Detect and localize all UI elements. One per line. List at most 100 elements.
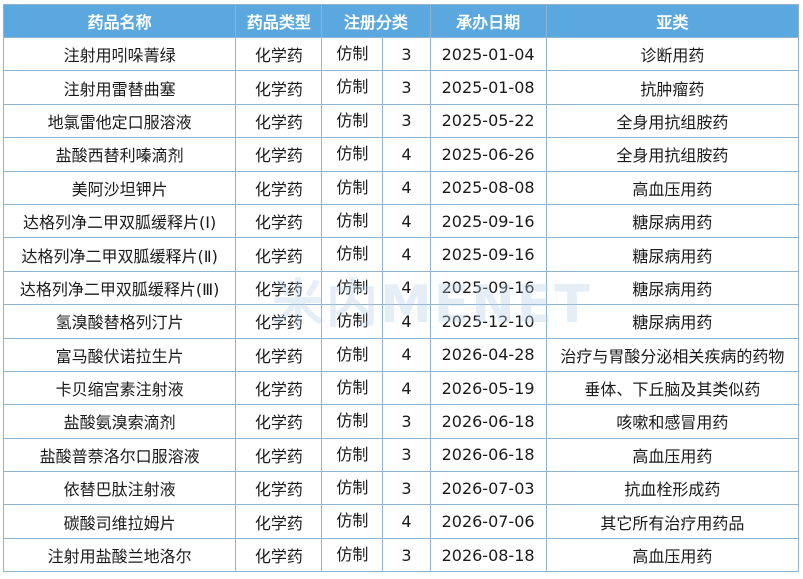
header-subclass[interactable]: 亚类 <box>545 4 800 38</box>
table-row[interactable]: 注射用雷替曲塞 化学药 仿制 3 2025-01-08 抗肿瘤药 <box>2 70 800 105</box>
cell-drug-type: 化学药 <box>235 237 323 272</box>
cell-date: 2025-09-16 <box>429 203 547 239</box>
cell-date: 2025-09-16 <box>429 237 547 272</box>
table-row[interactable]: 盐酸普萘洛尔口服溶液 化学药 仿制 3 2026-06-18 高血压用药 <box>2 437 800 473</box>
cell-date: 2026-06-18 <box>429 404 547 439</box>
cell-drug-name: 达格列净二甲双胍缓释片(Ⅱ) <box>2 237 237 272</box>
cell-date: 2025-08-08 <box>429 170 547 205</box>
cell-drug-type: 化学药 <box>235 504 323 539</box>
cell-drug-type: 化学药 <box>235 103 323 139</box>
registration-number: 4 <box>401 211 412 231</box>
table-row[interactable]: 盐酸西替利嗪滴剂 化学药 仿制 4 2025-06-26 全身用抗组胺药 <box>2 137 800 172</box>
registration-kind: 仿制 <box>323 71 384 104</box>
registration-number: 3 <box>401 545 412 565</box>
cell-registration-class: 仿制 3 <box>321 404 431 439</box>
header-drug-type[interactable]: 药品类型 <box>235 4 323 38</box>
table-header-row: 药品名称 药品类型 注册分类 承办日期 亚类 <box>2 4 800 38</box>
table-row[interactable]: 注射用吲哚菁绿 化学药 仿制 3 2025-01-04 诊断用药 <box>2 36 800 72</box>
cell-drug-name: 盐酸氨溴索滴剂 <box>2 404 237 439</box>
cell-subclass: 高血压用药 <box>545 437 800 473</box>
registration-number: 4 <box>401 178 412 198</box>
table-row[interactable]: 达格列净二甲双胍缓释片(Ⅲ) 化学药 仿制 4 2025-09-16 糖尿病用药 <box>2 270 800 306</box>
registration-number: 4 <box>401 278 412 298</box>
registration-kind: 仿制 <box>323 539 384 571</box>
table-row[interactable]: 美阿沙坦钾片 化学药 仿制 4 2025-08-08 高血压用药 <box>2 170 800 205</box>
cell-drug-name: 盐酸普萘洛尔口服溶液 <box>2 437 237 473</box>
cell-registration-class: 仿制 3 <box>321 471 431 506</box>
cell-date: 2025-06-26 <box>429 137 547 172</box>
cell-drug-type: 化学药 <box>235 170 323 205</box>
registration-number: 3 <box>401 78 412 98</box>
cell-subclass: 其它所有治疗用药品 <box>545 504 800 539</box>
cell-date: 2025-12-10 <box>429 304 547 339</box>
drug-registration-table: 药品名称 药品类型 注册分类 承办日期 亚类 注射用吲哚菁绿 化学药 仿制 3 2025… <box>2 4 800 573</box>
cell-subclass: 糖尿病用药 <box>545 237 800 272</box>
cell-subclass: 糖尿病用药 <box>545 304 800 339</box>
cell-subclass: 抗血栓形成药 <box>545 471 800 506</box>
cell-registration-class: 仿制 3 <box>321 70 431 105</box>
cell-drug-name: 达格列净二甲双胍缓释片(Ⅲ) <box>2 270 237 306</box>
cell-drug-type: 化学药 <box>235 36 323 72</box>
cell-drug-type: 化学药 <box>235 404 323 439</box>
cell-drug-name: 注射用雷替曲塞 <box>2 70 237 105</box>
cell-drug-name: 注射用吲哚菁绿 <box>2 36 237 72</box>
cell-drug-type: 化学药 <box>235 304 323 339</box>
cell-registration-class: 仿制 4 <box>321 337 431 372</box>
registration-kind: 仿制 <box>323 472 384 504</box>
cell-drug-type: 化学药 <box>235 70 323 105</box>
cell-subclass: 糖尿病用药 <box>545 270 800 306</box>
table-row[interactable]: 注射用盐酸兰地洛尔 化学药 仿制 3 2026-08-18 高血压用药 <box>2 537 800 573</box>
cell-registration-class: 仿制 4 <box>321 370 431 406</box>
cell-subclass: 全身用抗组胺药 <box>545 137 800 172</box>
registration-kind: 仿制 <box>323 172 384 204</box>
table-row[interactable]: 氢溴酸替格列汀片 化学药 仿制 4 2025-12-10 糖尿病用药 <box>2 304 800 339</box>
cell-drug-name: 注射用盐酸兰地洛尔 <box>2 537 237 573</box>
cell-date: 2025-09-16 <box>429 270 547 306</box>
registration-number: 4 <box>401 345 412 365</box>
cell-drug-type: 化学药 <box>235 270 323 306</box>
registration-kind: 仿制 <box>323 38 384 70</box>
registration-number: 4 <box>401 245 412 265</box>
registration-number: 3 <box>401 445 412 465</box>
cell-drug-type: 化学药 <box>235 137 323 172</box>
registration-kind: 仿制 <box>323 138 384 171</box>
cell-date: 2025-01-08 <box>429 70 547 105</box>
cell-drug-type: 化学药 <box>235 370 323 406</box>
cell-registration-class: 仿制 4 <box>321 203 431 239</box>
registration-kind: 仿制 <box>323 105 384 137</box>
cell-registration-class: 仿制 4 <box>321 304 431 339</box>
table-row[interactable]: 达格列净二甲双胍缓释片(Ⅱ) 化学药 仿制 4 2025-09-16 糖尿病用药 <box>2 237 800 272</box>
header-date[interactable]: 承办日期 <box>429 4 547 38</box>
registration-kind: 仿制 <box>323 439 384 471</box>
cell-subclass: 垂体、下丘脑及其类似药 <box>545 370 800 406</box>
table-row[interactable]: 富马酸伏诺拉生片 化学药 仿制 4 2026-04-28 治疗与胃酸分泌相关疾病的药物 <box>2 337 800 372</box>
table-row[interactable]: 碳酸司维拉姆片 化学药 仿制 4 2026-07-06 其它所有治疗用药品 <box>2 504 800 539</box>
cell-drug-name: 盐酸西替利嗪滴剂 <box>2 137 237 172</box>
cell-drug-type: 化学药 <box>235 471 323 506</box>
table-row[interactable]: 盐酸氨溴索滴剂 化学药 仿制 3 2026-06-18 咳嗽和感冒用药 <box>2 404 800 439</box>
cell-drug-name: 达格列净二甲双胍缓释片(Ⅰ) <box>2 203 237 239</box>
header-registration-class[interactable]: 注册分类 <box>321 4 431 38</box>
cell-drug-name: 美阿沙坦钾片 <box>2 170 237 205</box>
cell-date: 2025-05-22 <box>429 103 547 139</box>
cell-registration-class: 仿制 4 <box>321 137 431 172</box>
registration-number: 4 <box>401 512 412 532</box>
cell-subclass: 抗肿瘤药 <box>545 70 800 105</box>
cell-subclass: 诊断用药 <box>545 36 800 72</box>
table-row[interactable]: 达格列净二甲双胍缓释片(Ⅰ) 化学药 仿制 4 2025-09-16 糖尿病用药 <box>2 203 800 239</box>
cell-date: 2026-05-19 <box>429 370 547 406</box>
registration-number: 4 <box>401 144 412 164</box>
table-row[interactable]: 依替巴肽注射液 化学药 仿制 3 2026-07-03 抗血栓形成药 <box>2 471 800 506</box>
registration-number: 3 <box>401 111 412 131</box>
registration-kind: 仿制 <box>323 405 384 438</box>
registration-kind: 仿制 <box>323 205 384 237</box>
header-drug-name[interactable]: 药品名称 <box>2 4 237 38</box>
registration-number: 4 <box>401 311 412 331</box>
registration-number: 3 <box>401 478 412 498</box>
cell-drug-name: 依替巴肽注射液 <box>2 471 237 506</box>
registration-number: 3 <box>401 44 412 64</box>
registration-kind: 仿制 <box>323 272 384 304</box>
table-row[interactable]: 卡贝缩宫素注射液 化学药 仿制 4 2026-05-19 垂体、下丘脑及其类似药 <box>2 370 800 406</box>
registration-kind: 仿制 <box>323 305 384 338</box>
table-row[interactable]: 地氯雷他定口服溶液 化学药 仿制 3 2025-05-22 全身用抗组胺药 <box>2 103 800 139</box>
